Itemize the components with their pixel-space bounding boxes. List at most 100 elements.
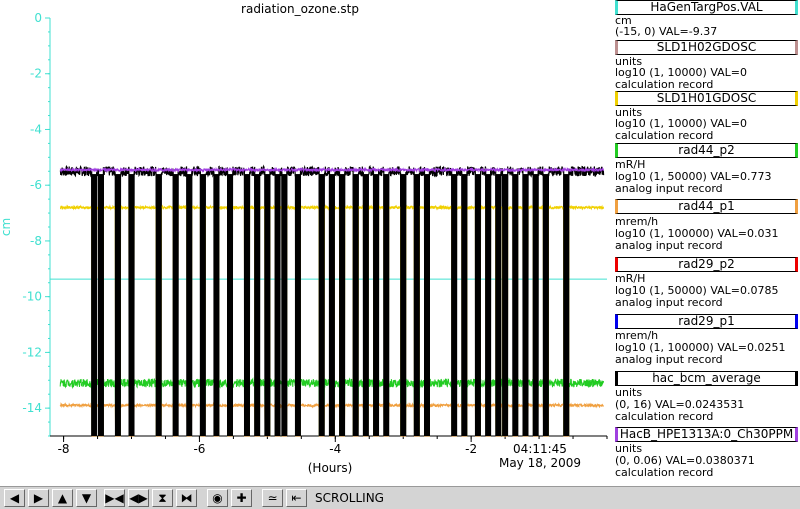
legend-name-5[interactable]: rad29_p2 <box>615 257 798 272</box>
y-tick-label: -6 <box>30 178 42 192</box>
legend-units-5: mR/H <box>615 272 646 285</box>
y-tick-label: 0 <box>34 11 42 25</box>
legend-record-5: analog input record <box>615 296 723 309</box>
legend-name-0[interactable]: HaGenTargPos.VAL <box>615 0 798 15</box>
dropout-bar <box>362 174 369 436</box>
dropout-bar <box>563 174 570 436</box>
legend-units-3: mR/H <box>615 158 646 171</box>
dropout-bar <box>373 174 380 436</box>
dropout-bar <box>128 174 135 436</box>
legend-range-8: (0, 0.06) VAL=0.0380371 <box>615 454 755 467</box>
legend-record-8: calculation record <box>615 466 714 479</box>
legend-units-7: units <box>615 386 643 399</box>
x-tick-label: -4 <box>329 442 341 456</box>
dropout-bar <box>264 174 271 436</box>
y-axis-label: cm <box>0 218 13 236</box>
dropout-bar <box>423 174 430 436</box>
y-tick-label: -12 <box>22 345 42 359</box>
dropout-bar <box>294 174 301 436</box>
dropout-bar <box>522 174 529 436</box>
scroll-left-button[interactable]: ◀ <box>4 489 25 507</box>
legend-range-0: (-15, 0) VAL=-9.37 <box>615 25 718 38</box>
legend-range-1: log10 (1, 10000) VAL=0 <box>615 66 748 79</box>
y-tick-label: -10 <box>22 290 42 304</box>
dropout-bar <box>91 174 98 436</box>
dropout-bar <box>383 174 390 436</box>
compress-x-button[interactable]: ▶◀ <box>104 489 125 507</box>
legend-units-6: mrem/h <box>615 329 659 342</box>
zoom-button[interactable]: ◉ <box>207 489 228 507</box>
dropout-bar <box>352 174 359 436</box>
dropout-bar <box>400 174 407 436</box>
dropout-bar <box>274 174 281 436</box>
dropout-bar <box>227 174 234 436</box>
dropout-bar <box>213 174 220 436</box>
scrolling-status: SCROLLING <box>315 491 384 505</box>
expand-y-button[interactable]: ⧓ <box>176 489 197 507</box>
y-tick-label: -14 <box>22 401 42 415</box>
x-tick-label: -2 <box>465 442 477 456</box>
legend-range-6: log10 (1, 100000) VAL=0.0251 <box>615 341 786 354</box>
y-tick-label: -2 <box>30 67 42 81</box>
autoscale-button[interactable]: ≃ <box>262 489 283 507</box>
legend-name-2[interactable]: SLD1H01GDOSC <box>615 91 798 106</box>
dropout-bar <box>186 174 193 436</box>
dropout-bar <box>485 174 492 436</box>
dropout-bar <box>199 174 206 436</box>
legend-record-2: calculation record <box>615 129 714 142</box>
expand-x-button[interactable]: ◀▶ <box>128 489 149 507</box>
legend-range-5: log10 (1, 50000) VAL=0.0785 <box>615 284 779 297</box>
legend-record-7: calculation record <box>615 410 714 423</box>
dropout-bar <box>172 174 179 436</box>
dropout-bar <box>254 174 261 436</box>
x-tick-label: -8 <box>58 442 70 456</box>
dropout-bar <box>318 174 325 436</box>
dropout-bar <box>532 174 539 436</box>
dropout-bar <box>413 174 420 436</box>
scroll-down-button[interactable]: ▼ <box>76 489 97 507</box>
dropout-bar <box>243 174 250 436</box>
y-tick-label: -8 <box>30 234 42 248</box>
strip-chart[interactable]: 0 -2 -4 -6 -8 -10 -12 -14 -8 -6 -4 -2 cm (Hours) 04:11… <box>0 0 610 486</box>
dropout-bar <box>502 174 509 436</box>
dropout-bar <box>339 174 346 436</box>
timestamp-time: 04:11:45 <box>513 442 567 456</box>
scroll-mode-button[interactable]: ⇤ <box>286 489 307 507</box>
dropout-bar <box>328 174 335 436</box>
dropout-bar <box>281 174 288 436</box>
legend-units-8: units <box>615 442 643 455</box>
legend-record-1: calculation record <box>615 78 714 91</box>
dropout-bar <box>114 174 121 436</box>
legend-name-3[interactable]: rad44_p2 <box>615 143 798 158</box>
dropout-bar <box>155 174 162 436</box>
x-tick-label: -6 <box>193 442 205 456</box>
x-axis-label: (Hours) <box>308 461 353 475</box>
scroll-right-button[interactable]: ▶ <box>28 489 49 507</box>
legend-units-4: mrem/h <box>615 215 659 228</box>
dropout-bar <box>451 174 458 436</box>
legend-range-2: log10 (1, 10000) VAL=0 <box>615 117 748 130</box>
legend-range-3: log10 (1, 50000) VAL=0.773 <box>615 170 772 183</box>
legend-range-7: (0, 16) VAL=0.0243531 <box>615 398 745 411</box>
legend-name-4[interactable]: rad44_p1 <box>615 199 798 214</box>
dropout-bar <box>542 174 549 436</box>
legend-name-6[interactable]: rad29_p1 <box>615 314 798 329</box>
compress-y-button[interactable]: ⧗ <box>152 489 173 507</box>
y-tick-label: -4 <box>30 122 42 136</box>
legend-name-7[interactable]: hac_bcm_average <box>615 371 798 386</box>
timestamp-date: May 18, 2009 <box>499 456 581 470</box>
legend-range-4: log10 (1, 100000) VAL=0.031 <box>615 227 779 240</box>
series-line-2 <box>59 166 604 174</box>
pan-button[interactable]: ✚ <box>231 489 252 507</box>
legend-record-6: analog input record <box>615 353 723 366</box>
legend-record-4: analog input record <box>615 239 723 252</box>
dropout-bar <box>461 174 468 436</box>
legend-name-1[interactable]: SLD1H02GDOSC <box>615 40 798 55</box>
dropout-bar <box>512 174 519 436</box>
bottom-toolbar: ◀ ▶ ▲ ▼ ▶◀ ◀▶ ⧗ ⧓ ◉ ✚ ≃ ⇤ SCROLLING <box>0 486 800 509</box>
dropout-bar <box>474 174 481 436</box>
legend-name-8[interactable]: HacB_HPE1313A:0_Ch30PPM <box>615 427 798 442</box>
dropout-bar <box>97 174 104 436</box>
legend-record-3: analog input record <box>615 182 723 195</box>
scroll-up-button[interactable]: ▲ <box>52 489 73 507</box>
